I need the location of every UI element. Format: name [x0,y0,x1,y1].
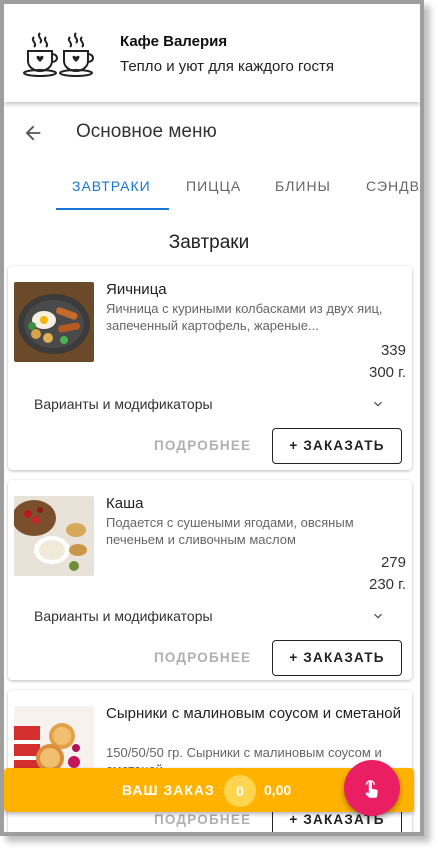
category-tabs: ЗАВТРАКИ ПИЦЦА БЛИНЫ СЭНДВИЧИ [4,160,420,212]
product-weight: 230 г. [368,576,406,593]
menu-area: Основное меню ЗАВТРАКИ ПИЦЦА БЛИНЫ СЭНДВ… [4,102,420,832]
tab-breakfast[interactable]: ЗАВТРАКИ [72,160,151,212]
add-to-order-button[interactable]: + ЗАКАЗАТЬ [272,428,402,464]
details-button[interactable]: ПОДРОБНЕЕ [154,650,251,665]
menu-title: Основное меню [76,121,217,142]
cafe-name: Кафе Валерия [120,32,228,50]
details-button[interactable]: ПОДРОБНЕЕ [154,438,251,453]
product-description: Подается с сушеными ягодами, овсяным печ… [106,515,354,547]
product-weight: 300 г. [368,364,406,381]
tab-sandwiches[interactable]: СЭНДВИЧИ [366,160,420,212]
cafe-slogan: Тепло и уют для каждого гостя [120,57,335,75]
cart-total: 0,00 [264,782,292,798]
product-card: Яичница Яичница с куриными колбасками из… [8,266,412,470]
chevron-down-icon[interactable] [370,608,386,624]
variants-toggle[interactable]: Варианты и модификаторы [34,608,213,624]
coffee-cups-logo [23,32,94,77]
details-button[interactable]: ПОДРОБНЕЕ [154,812,251,827]
product-name: Сырники с малиновым соусом и сметаной [106,705,401,722]
call-waiter-button[interactable] [344,760,400,816]
product-card: Каша Подается с сушеными ягодами, овсяны… [8,480,412,680]
active-tab-indicator [56,208,169,210]
add-to-order-button[interactable]: + ЗАКАЗАТЬ [272,640,402,676]
tab-pancakes[interactable]: БЛИНЫ [275,160,331,212]
section-title: Завтраки [168,232,250,253]
product-image-eggs[interactable] [14,282,94,362]
product-price: 279 [380,554,406,571]
product-image-porridge[interactable] [14,496,94,576]
product-name: Каша [106,495,144,512]
cart-count-badge: 0 [224,775,256,807]
product-price: 339 [380,342,406,359]
app-header: Кафе Валерия Тепло и уют для каждого гос… [4,4,420,102]
variants-toggle[interactable]: Варианты и модификаторы [34,396,213,412]
app-frame: Кафе Валерия Тепло и уют для каждого гос… [0,0,424,836]
cart-label: ВАШ ЗАКАЗ [122,782,215,798]
back-arrow-icon[interactable] [22,122,44,144]
tab-pizza[interactable]: ПИЦЦА [186,160,241,212]
product-card: Сырники с малиновым соусом и сметаной 15… [8,690,412,832]
product-description: Яичница с куриными колбасками из двух яи… [106,301,383,333]
tap-hand-icon [365,780,378,798]
chevron-down-icon[interactable] [370,396,386,412]
product-name: Яичница [106,281,167,298]
